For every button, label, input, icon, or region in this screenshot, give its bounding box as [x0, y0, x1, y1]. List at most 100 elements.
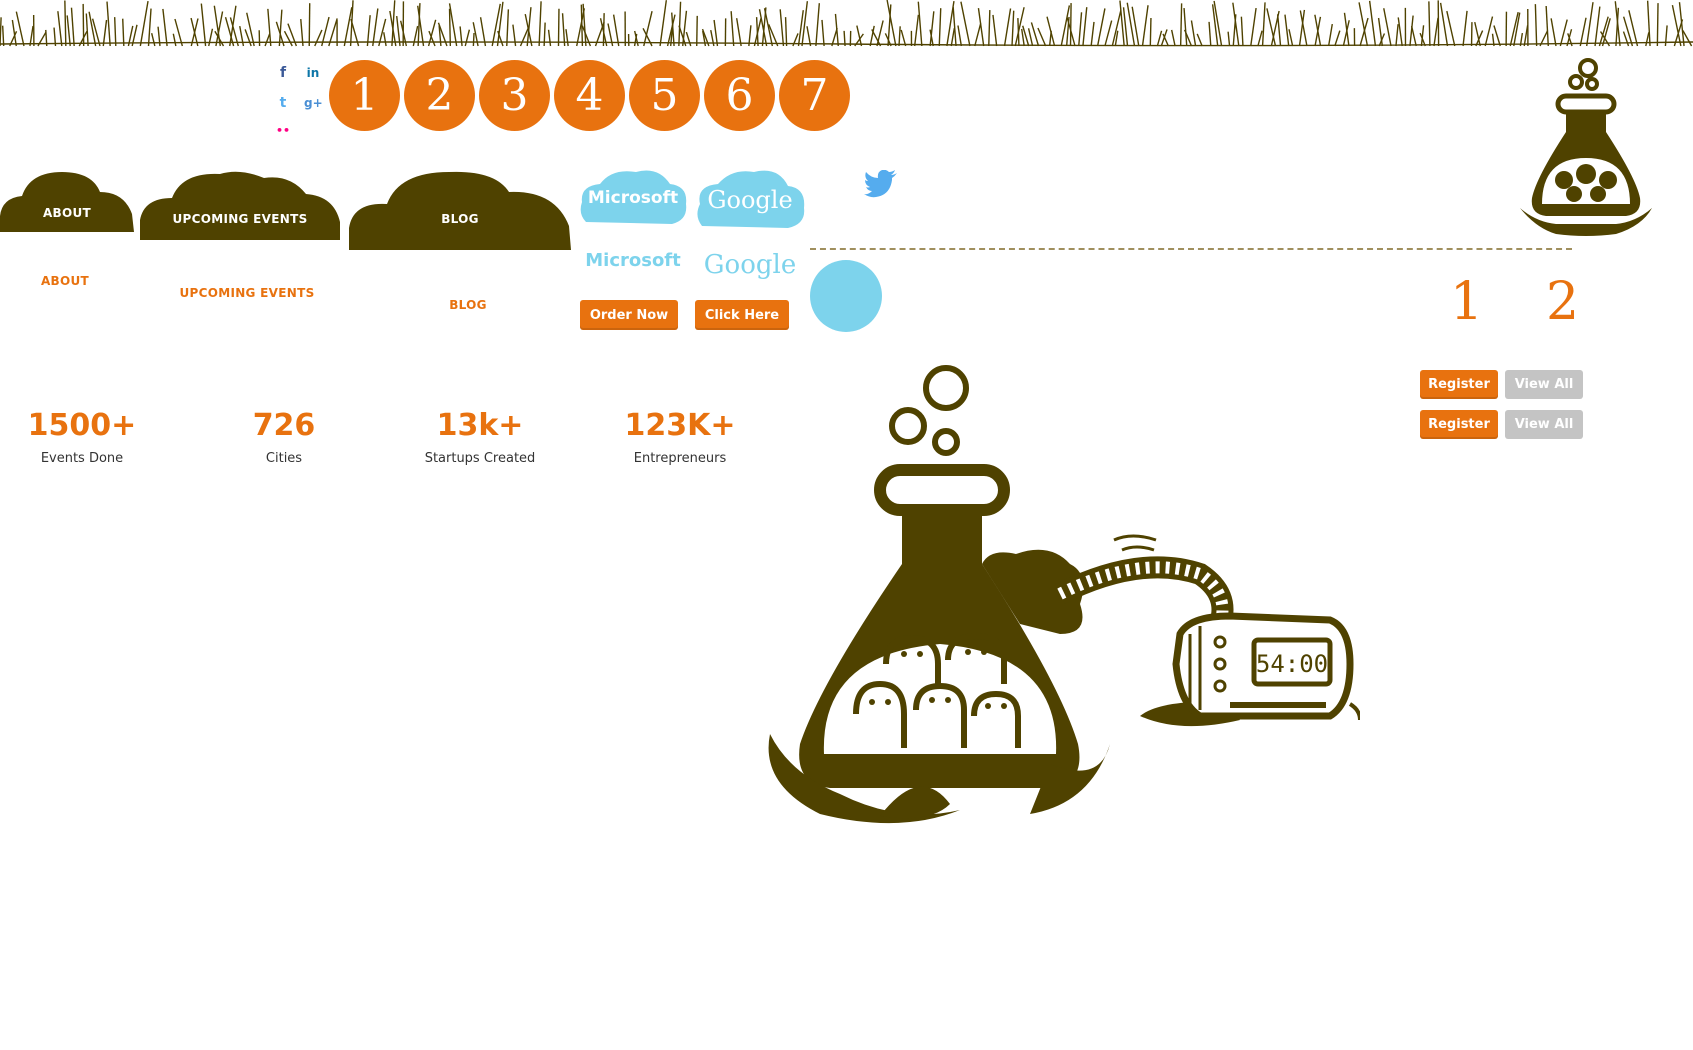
- grass-blade: [952, 6, 957, 47]
- pager-number-1[interactable]: 1: [1450, 272, 1483, 332]
- grass-blade: [383, 32, 387, 47]
- grass-blade: [1208, 21, 1212, 47]
- grass-blade: [1227, 31, 1231, 47]
- sponsor-google-logo[interactable]: Google: [694, 250, 806, 280]
- grass-blade: [938, 8, 942, 47]
- grass-blade: [730, 11, 735, 47]
- grass-blade: [779, 9, 785, 47]
- number-circle-4[interactable]: 4: [554, 60, 625, 131]
- sponsor-google-cloud-label: Google: [707, 186, 793, 214]
- grass-blade: [685, 31, 692, 47]
- nav-link-upcoming-events[interactable]: UPCOMING EVENTS: [140, 286, 354, 300]
- grass-blade: [448, 8, 452, 47]
- grass-blade: [643, 11, 653, 47]
- grass-blade: [246, 12, 255, 47]
- stat-events-done-label: Events Done: [40, 451, 124, 466]
- grass-blade: [678, 1, 682, 47]
- grass-blade: [162, 8, 168, 47]
- number-circle-5[interactable]: 5: [629, 60, 700, 131]
- pager-number-2[interactable]: 2: [1546, 272, 1579, 332]
- dashed-divider: [810, 248, 1572, 250]
- nav-cloud-blog[interactable]: BLOG: [349, 168, 571, 250]
- grass-blade: [1, 25, 5, 47]
- grass-blade: [200, 3, 207, 47]
- number-circle-6[interactable]: 6: [704, 60, 775, 131]
- grass-blade: [506, 9, 510, 47]
- google-plus-icon[interactable]: g+: [304, 94, 323, 112]
- grass-blade: [1104, 20, 1113, 47]
- grass-blade: [491, 3, 501, 47]
- grass-blade: [974, 23, 982, 47]
- stat-cities-value: 726: [252, 408, 316, 443]
- grass-blade: [1250, 7, 1257, 47]
- flask-logo-icon[interactable]: [1516, 58, 1656, 238]
- grass-blade: [1156, 30, 1163, 47]
- grass-blade: [1190, 20, 1197, 47]
- nav-link-about[interactable]: ABOUT: [0, 274, 130, 288]
- grass-blade: [565, 29, 569, 47]
- grass-blade: [755, 17, 759, 47]
- grass-blade: [1484, 16, 1494, 47]
- flickr-icon[interactable]: ••: [274, 122, 292, 140]
- grass-blade: [784, 17, 788, 47]
- nav-cloud-upcoming-events[interactable]: UPCOMING EVENTS: [140, 168, 340, 240]
- nav-cloud-about[interactable]: ABOUT: [0, 168, 134, 232]
- stat-startups-created-value: 13k+: [436, 408, 524, 443]
- grass-blade: [1183, 7, 1188, 47]
- grass-blade: [264, 33, 271, 47]
- grass-blade: [659, 0, 668, 47]
- grass-blade: [1559, 19, 1568, 47]
- grass-blade: [1276, 14, 1282, 47]
- grass-blade: [1579, 17, 1587, 47]
- blue-circle[interactable]: [810, 260, 882, 332]
- register-button-1[interactable]: Register: [1420, 370, 1498, 399]
- twitter-icon[interactable]: t: [274, 94, 292, 112]
- cloud-shape-icon: [349, 171, 571, 250]
- sponsor-google-cloud[interactable]: Google: [694, 168, 806, 230]
- grass-blade: [735, 18, 742, 47]
- grass-blade: [1397, 17, 1403, 47]
- grass-blade: [314, 29, 323, 47]
- twitter-bird-icon[interactable]: [864, 170, 898, 198]
- view-all-button-2[interactable]: View All: [1505, 410, 1583, 439]
- grass-blade: [66, 15, 71, 47]
- sponsor-microsoft-cloud[interactable]: Microsoft: [578, 168, 688, 226]
- sponsor-microsoft-cloud-label: Microsoft: [587, 188, 679, 208]
- nav-link-blog[interactable]: BLOG: [349, 298, 587, 312]
- grass-blade: [547, 29, 552, 47]
- grass-blade: [1462, 10, 1468, 47]
- grass-blade: [459, 26, 463, 47]
- grass-blade: [713, 19, 719, 47]
- stat-cities-label: Cities: [265, 451, 303, 466]
- grass-blade: [960, 1, 971, 47]
- grass-blade: [278, 9, 283, 47]
- grass-blade: [821, 19, 825, 47]
- grass-blade: [412, 25, 419, 47]
- grass-blade: [1594, 6, 1601, 47]
- grass-blade: [957, 25, 963, 47]
- order-now-button[interactable]: Order Now: [580, 300, 678, 330]
- grass-blade: [869, 25, 875, 47]
- click-here-button[interactable]: Click Here: [695, 300, 789, 330]
- linkedin-icon[interactable]: in: [304, 64, 322, 82]
- facebook-icon[interactable]: f: [274, 64, 292, 82]
- grass-blade: [113, 17, 117, 47]
- grass-blade: [1149, 17, 1152, 47]
- grass-blade: [147, 8, 152, 47]
- grass-blade: [1334, 30, 1341, 47]
- grass-blade: [612, 14, 620, 47]
- number-circle-1[interactable]: 1: [329, 60, 400, 131]
- sponsor-microsoft-logo[interactable]: Microsoft: [578, 250, 688, 271]
- grass-blade: [464, 29, 471, 47]
- number-circle-7[interactable]: 7: [779, 60, 850, 131]
- grass-blade: [102, 19, 108, 47]
- number-circle-2[interactable]: 2: [404, 60, 475, 131]
- nav-cloud-about-label: ABOUT: [42, 206, 92, 220]
- grass-blade: [834, 13, 839, 47]
- grass-blade: [85, 13, 89, 47]
- stat-events-done-value: 1500+: [27, 408, 137, 443]
- register-button-2[interactable]: Register: [1420, 410, 1498, 439]
- grass-border: [0, 0, 1693, 47]
- view-all-button-1[interactable]: View All: [1505, 370, 1583, 399]
- number-circle-3[interactable]: 3: [479, 60, 550, 131]
